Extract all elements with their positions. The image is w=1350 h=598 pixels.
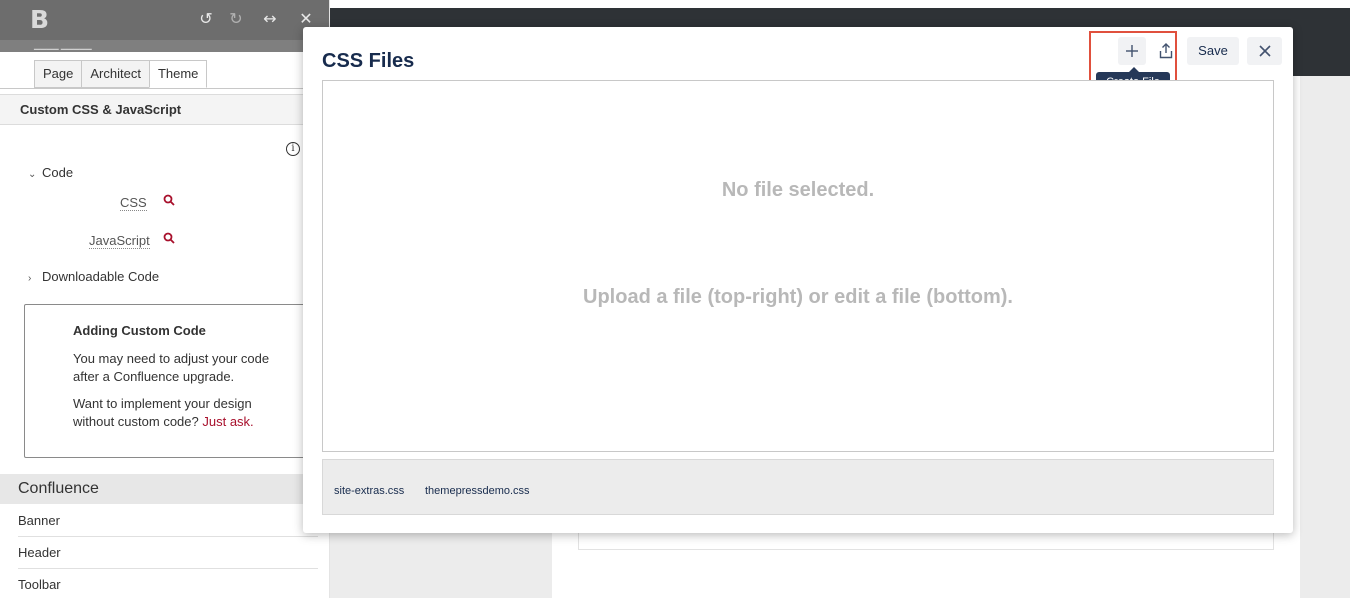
upload-icon [1159, 43, 1173, 59]
javascript-link[interactable]: JavaScript [89, 233, 150, 249]
notice-text: You may need to adjust your code after a… [73, 351, 270, 384]
chevron-down-icon: ⌄ [28, 169, 37, 180]
sidebar-toolbar: B ↺ ↻ ↔ ✕ [0, 0, 329, 40]
tab-page[interactable]: Page [34, 60, 83, 88]
chevron-right-icon: › [28, 273, 32, 284]
sidebar-substrip: ▁▁▁▁ ▁▁▁▁▁ [0, 40, 329, 52]
substrip-lines: ▁▁▁▁ ▁▁▁▁▁ [34, 41, 92, 50]
tree-item-label: Downloadable Code [42, 269, 160, 284]
close-icon[interactable]: ✕ [296, 9, 316, 29]
upload-file-button[interactable] [1153, 37, 1179, 65]
tree-item-downloadable-code[interactable]: › Downloadable Code [28, 269, 159, 284]
info-icon[interactable]: i [286, 142, 300, 156]
tab-theme[interactable]: Theme [148, 60, 208, 88]
search-icon[interactable] [163, 232, 175, 244]
empty-state-title: No file selected. [721, 179, 875, 201]
brand-logo: B [30, 5, 50, 34]
search-icon[interactable] [163, 194, 175, 206]
dialog-title: CSS Files [322, 50, 415, 72]
create-file-button[interactable] [1118, 37, 1146, 65]
sidebar-tabs: Page Architect Theme [34, 60, 208, 88]
close-button[interactable] [1247, 37, 1282, 65]
save-button[interactable]: Save [1187, 37, 1239, 65]
tree-item-code[interactable]: ⌄ Code [28, 165, 73, 180]
undo-icon[interactable]: ↺ [196, 9, 216, 29]
tabs-divider [0, 88, 329, 89]
file-list-bar: site-extras.css themepressdemo.css [322, 459, 1274, 515]
tree-item-label: Code [42, 165, 74, 180]
sidebar-item-header[interactable]: Header [18, 537, 318, 569]
sidebar-item-toolbar[interactable]: Toolbar [18, 569, 318, 598]
file-item-site-extras[interactable]: site-extras.css [334, 485, 404, 497]
tab-architect[interactable]: Architect [81, 60, 150, 88]
notice-title: Adding Custom Code [73, 323, 206, 338]
resize-icon[interactable]: ↔ [260, 9, 280, 29]
top-strip [330, 0, 1350, 8]
section-title: Custom CSS & JavaScript [0, 94, 329, 125]
redo-icon[interactable]: ↻ [226, 9, 246, 29]
notice-text-ask: Want to implement your design without cu… [73, 395, 293, 431]
css-link[interactable]: CSS [120, 195, 147, 211]
empty-state-hint: Upload a file (top-right) or edit a file… [583, 286, 1013, 308]
close-icon [1258, 45, 1271, 57]
notice-box: Adding Custom Code You may need to adjus… [24, 304, 314, 458]
file-editor-area: No file selected. Upload a file (top-rig… [322, 80, 1274, 452]
sidebar-item-banner[interactable]: Banner [18, 505, 318, 537]
confluence-heading: Confluence [0, 474, 318, 504]
just-ask-link[interactable]: Just ask. [202, 414, 253, 429]
css-files-dialog: CSS Files Save Create File No file selec… [303, 27, 1293, 533]
left-sidebar: B ↺ ↻ ↔ ✕ ▁▁▁▁ ▁▁▁▁▁ Page Architect Them… [0, 0, 330, 598]
plus-icon [1126, 45, 1138, 57]
file-item-themepressdemo[interactable]: themepressdemo.css [425, 485, 530, 497]
